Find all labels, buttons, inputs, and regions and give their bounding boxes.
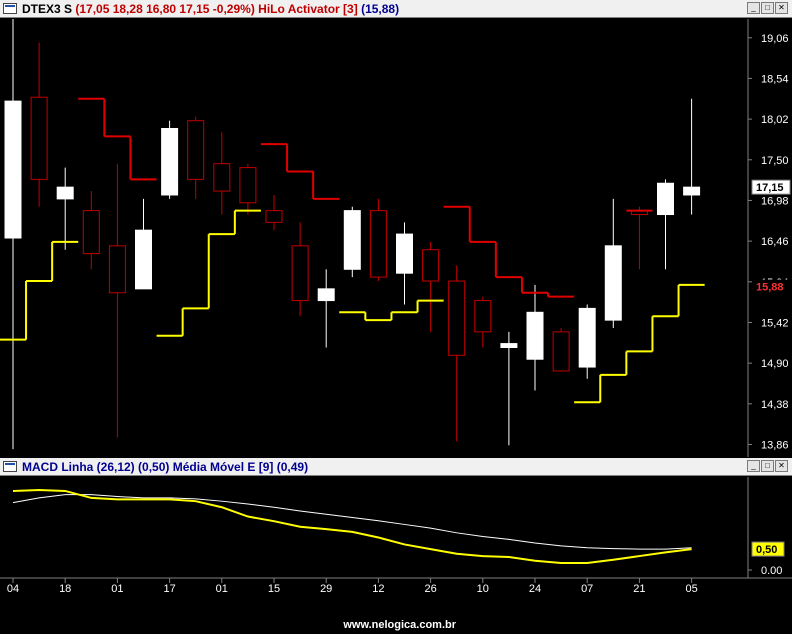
candle-body[interactable] — [213, 163, 231, 192]
chart-canvas[interactable]: 19,0618,5418,0217,5016,9816,4615,9415,42… — [0, 0, 792, 634]
candle-body[interactable] — [56, 186, 74, 200]
candle-body[interactable] — [239, 167, 257, 204]
candle-body[interactable] — [552, 331, 570, 372]
y-tick-label: 18,54 — [761, 73, 789, 85]
candle-body[interactable] — [657, 182, 674, 216]
candle-body[interactable] — [474, 300, 492, 333]
candle-body[interactable] — [343, 210, 361, 270]
x-tick-label: 04 — [7, 583, 19, 595]
y-tick-label: 15,42 — [761, 317, 789, 329]
footer: www.nelogica.com.br — [0, 598, 792, 634]
x-tick-label: 10 — [477, 583, 489, 595]
x-tick-label: 15 — [268, 583, 280, 595]
x-tick-label: 29 — [320, 583, 332, 595]
x-tick-label: 05 — [685, 583, 697, 595]
candle-body[interactable] — [135, 229, 152, 290]
candle-body[interactable] — [422, 249, 440, 282]
y-tick-label: 14,90 — [761, 358, 789, 370]
y-tick-label: 14,38 — [761, 399, 789, 411]
candle-body[interactable] — [317, 288, 335, 302]
candle-body[interactable] — [448, 280, 466, 356]
macd-line — [12, 489, 692, 565]
y-tick-label: 18,02 — [761, 114, 789, 126]
x-tick-label: 07 — [581, 583, 593, 595]
macd-chart[interactable] — [12, 489, 692, 565]
candle-body[interactable] — [500, 343, 518, 349]
last-price-label: 17,15 — [756, 182, 784, 194]
candle-body[interactable] — [161, 128, 179, 196]
x-tick-label: 12 — [372, 583, 384, 595]
candle-body[interactable] — [604, 245, 622, 321]
macd-value-label: 0,50 — [756, 544, 777, 556]
candle-body[interactable] — [108, 245, 126, 294]
candle-body[interactable] — [526, 311, 544, 360]
candle-body[interactable] — [291, 245, 309, 302]
candle-body[interactable] — [369, 210, 387, 278]
candle-body[interactable] — [578, 307, 596, 368]
x-tick-label: 24 — [529, 583, 541, 595]
candle-body[interactable] — [4, 100, 22, 239]
x-tick-label: 26 — [424, 583, 436, 595]
x-tick-label: 18 — [59, 583, 71, 595]
y-tick-label: 16,46 — [761, 236, 789, 248]
candle-body[interactable] — [82, 210, 100, 255]
candle-body[interactable] — [30, 96, 48, 180]
y-tick-label: 0.00 — [761, 565, 782, 577]
y-tick-label: 16,98 — [761, 195, 789, 207]
candle-body[interactable] — [683, 186, 701, 196]
candle-body[interactable] — [396, 233, 413, 274]
x-tick-label: 17 — [163, 583, 175, 595]
y-tick-label: 19,06 — [761, 33, 789, 45]
x-tick-label: 21 — [633, 583, 645, 595]
x-tick-label: 01 — [111, 583, 123, 595]
x-tick-label: 01 — [216, 583, 228, 595]
candle-body[interactable] — [265, 210, 283, 223]
candle-body[interactable] — [187, 120, 205, 180]
y-tick-label: 17,50 — [761, 155, 789, 167]
hilo-value-label: 15,88 — [756, 281, 784, 293]
y-tick-label: 13,86 — [761, 439, 789, 451]
signal-line — [12, 494, 692, 550]
footer-url: www.nelogica.com.br — [343, 619, 456, 631]
price-chart[interactable] — [0, 19, 705, 450]
